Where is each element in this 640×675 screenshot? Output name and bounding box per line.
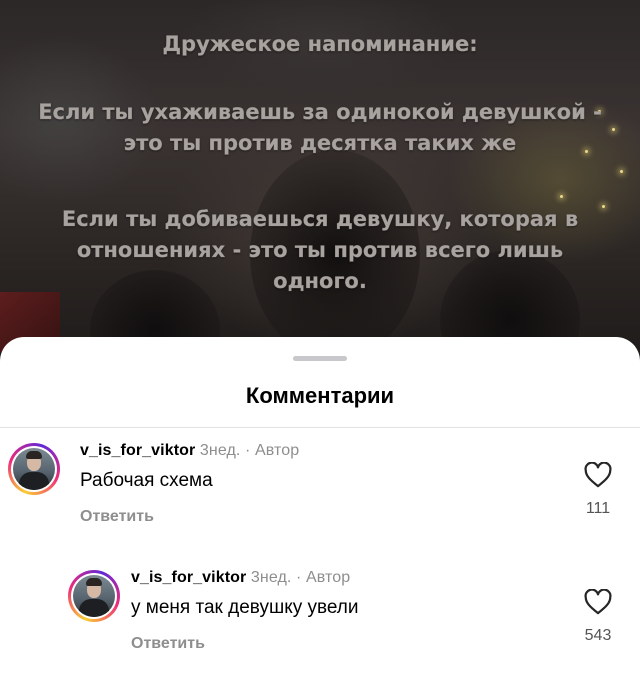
video-background[interactable]: Дружеское напоминание: Если ты ухаживаеш… [0,0,640,380]
comment-meta: 3нед. · Автор [250,569,351,586]
comment-item-reply: v_is_for_viktor 3нед. · Автор у меня так… [0,565,640,675]
comment-text: Рабочая схема [80,470,213,491]
background-light [560,195,563,198]
comment-item: v_is_for_viktor 3нед. · Автор Рабочая сх… [0,438,640,548]
username-text[interactable]: v_is_for_viktor [131,569,246,586]
comment-username[interactable]: v_is_for_viktor 3нед. · Автор [80,442,299,460]
comment-meta: 3нед. · Автор [199,442,300,459]
profile-photo [13,448,55,490]
background-light [620,170,623,173]
reply-button[interactable]: Ответить [80,508,154,526]
avatar[interactable] [8,443,60,495]
like-count: 543 [584,627,612,644]
comment-username[interactable]: v_is_for_viktor 3нед. · Автор [131,569,350,587]
avatar[interactable] [68,570,120,622]
sheet-drag-handle[interactable] [293,356,347,361]
comments-sheet: Комментарии v_is_for_viktor 3нед. · Авто… [0,337,640,667]
divider [0,427,640,428]
username-text[interactable]: v_is_for_viktor [80,442,195,459]
video-overlay-paragraph-2: Если ты добиваешься девушку, которая в о… [61,207,579,293]
video-overlay-paragraph-1: Если ты ухаживаешь за одинокой девушкой … [38,100,602,155]
reply-button[interactable]: Ответить [131,635,205,653]
profile-photo [73,575,115,617]
comment-text: у меня так девушку увели [131,597,359,618]
sheet-title: Комментарии [245,383,395,408]
like-count: 111 [585,500,611,517]
heart-icon[interactable] [584,462,612,488]
heart-icon[interactable] [584,589,612,615]
video-overlay-title: Дружеское напоминание: [162,32,478,56]
